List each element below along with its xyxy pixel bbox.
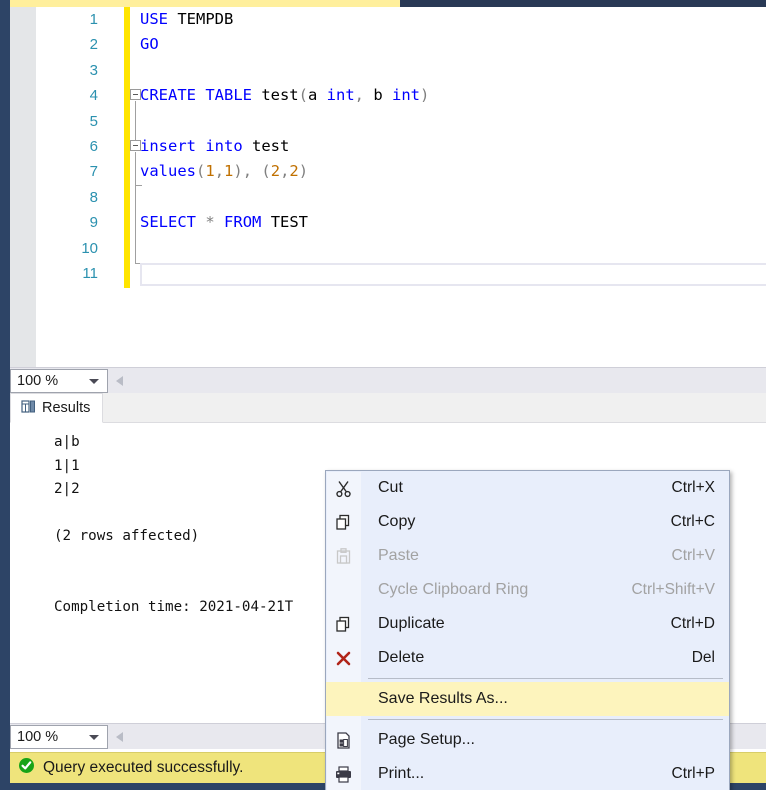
menu-item-duplicate[interactable]: Duplicate Ctrl+D: [326, 607, 729, 641]
status-message: Query executed successfully.: [43, 759, 244, 776]
menu-item-shortcut: Ctrl+Shift+V: [631, 581, 715, 598]
window-chrome-top: [400, 0, 766, 7]
menu-item-shortcut: Del: [691, 649, 715, 666]
tab-results-label: Results: [42, 400, 91, 416]
editor-code-area[interactable]: 1 USE TEMPDB 2 GO 3 4 CREATE TABLE test(…: [36, 7, 766, 367]
menu-item-shortcut: Ctrl+P: [671, 765, 716, 782]
editor-line[interactable]: 10: [36, 236, 766, 261]
editor-line[interactable]: 1 USE TEMPDB: [36, 7, 766, 32]
cut-icon: [326, 479, 360, 498]
line-number: 9: [89, 214, 98, 232]
editor-line[interactable]: 3: [36, 58, 766, 83]
menu-separator: [326, 675, 729, 682]
grid-icon: [21, 399, 36, 418]
chevron-down-icon[interactable]: [89, 379, 99, 384]
line-content: GO: [140, 35, 159, 54]
current-line-highlight: [140, 263, 766, 286]
chevron-down-icon[interactable]: [89, 735, 99, 740]
menu-item-paste: Paste Ctrl+V: [326, 539, 729, 573]
line-number: 1: [89, 11, 98, 28]
page-setup-icon: [326, 731, 360, 750]
copy-icon: [326, 513, 360, 532]
menu-separator: [326, 716, 729, 723]
menu-item-shortcut: Ctrl+V: [671, 547, 716, 564]
scroll-left-icon[interactable]: [116, 376, 123, 386]
menu-item-label: Cut: [378, 479, 403, 496]
sql-editor-pane[interactable]: 1 USE TEMPDB 2 GO 3 4 CREATE TABLE test(…: [10, 7, 766, 367]
editor-bottom-bar: 100 %: [10, 367, 766, 393]
line-number: 4: [89, 87, 98, 105]
line-number: 2: [89, 36, 98, 54]
menu-item-label: Save Results As...: [378, 690, 508, 707]
menu-item-label: Page Setup...: [378, 731, 475, 748]
menu-item-label: Duplicate: [378, 615, 445, 632]
ssms-query-window: 1 USE TEMPDB 2 GO 3 4 CREATE TABLE test(…: [0, 0, 766, 790]
editor-line[interactable]: 6 insert into test: [36, 134, 766, 159]
menu-item-save-results-as[interactable]: Save Results As...: [326, 682, 729, 716]
menu-item-label: Paste: [378, 547, 419, 564]
line-number: 3: [89, 61, 98, 79]
menu-item-shortcut: Ctrl+D: [670, 615, 715, 632]
window-chrome-left: [0, 0, 10, 783]
line-number: 8: [89, 188, 98, 206]
duplicate-icon: [326, 615, 360, 634]
menu-item-shortcut: Ctrl+X: [671, 479, 716, 496]
top-highlight-strip: [0, 0, 400, 7]
editor-line[interactable]: 9 SELECT * FROM TEST: [36, 210, 766, 235]
editor-zoom-value: 100 %: [17, 373, 59, 389]
line-number: 5: [89, 112, 98, 130]
paste-icon: [326, 547, 360, 566]
line-number: 6: [89, 137, 98, 155]
line-content: CREATE TABLE test(a int, b int): [140, 86, 430, 105]
tab-results[interactable]: Results: [10, 393, 104, 423]
editor-line[interactable]: 5: [36, 109, 766, 134]
editor-zoom-select[interactable]: 100 %: [10, 369, 108, 393]
line-content: SELECT * FROM TEST: [140, 213, 309, 232]
line-content: USE TEMPDB: [140, 10, 234, 28]
menu-item-page-setup[interactable]: Page Setup...: [326, 723, 729, 757]
menu-item-shortcut: Ctrl+C: [670, 513, 715, 530]
menu-item-copy[interactable]: Copy Ctrl+C: [326, 505, 729, 539]
menu-item-cycle-clipboard-ring: Cycle Clipboard Ring Ctrl+Shift+V: [326, 573, 729, 607]
menu-item-label: Cycle Clipboard Ring: [378, 581, 529, 598]
editor-indicator-margin: [10, 7, 36, 367]
results-tabstrip: Results: [10, 393, 766, 423]
results-context-menu[interactable]: Cut Ctrl+X Copy Ctrl+C Paste Ctrl+V Cycl…: [325, 470, 730, 790]
line-number: 7: [89, 163, 98, 181]
editor-line[interactable]: 2 GO: [36, 32, 766, 57]
results-zoom-value: 100 %: [17, 729, 59, 745]
menu-item-label: Copy: [378, 513, 416, 530]
menu-item-print[interactable]: Print... Ctrl+P: [326, 757, 729, 790]
line-content: values(1,1), (2,2): [140, 162, 309, 181]
menu-item-label: Print...: [378, 765, 425, 782]
editor-line[interactable]: 4 CREATE TABLE test(a int, b int): [36, 83, 766, 108]
editor-line[interactable]: 8: [36, 185, 766, 210]
success-check-icon: [18, 757, 35, 779]
results-zoom-select[interactable]: 100 %: [10, 725, 108, 749]
editor-lines: 1 USE TEMPDB 2 GO 3 4 CREATE TABLE test(…: [36, 7, 766, 286]
print-icon: [326, 765, 360, 784]
line-content: insert into test: [140, 136, 290, 155]
line-number: 11: [82, 264, 98, 282]
editor-line[interactable]: 7 values(1,1), (2,2): [36, 159, 766, 184]
menu-item-delete[interactable]: Delete Del: [326, 641, 729, 675]
scroll-left-icon[interactable]: [116, 732, 123, 742]
menu-item-cut[interactable]: Cut Ctrl+X: [326, 471, 729, 505]
line-number: 10: [81, 239, 98, 257]
delete-icon: [326, 649, 360, 668]
menu-item-label: Delete: [378, 649, 425, 666]
